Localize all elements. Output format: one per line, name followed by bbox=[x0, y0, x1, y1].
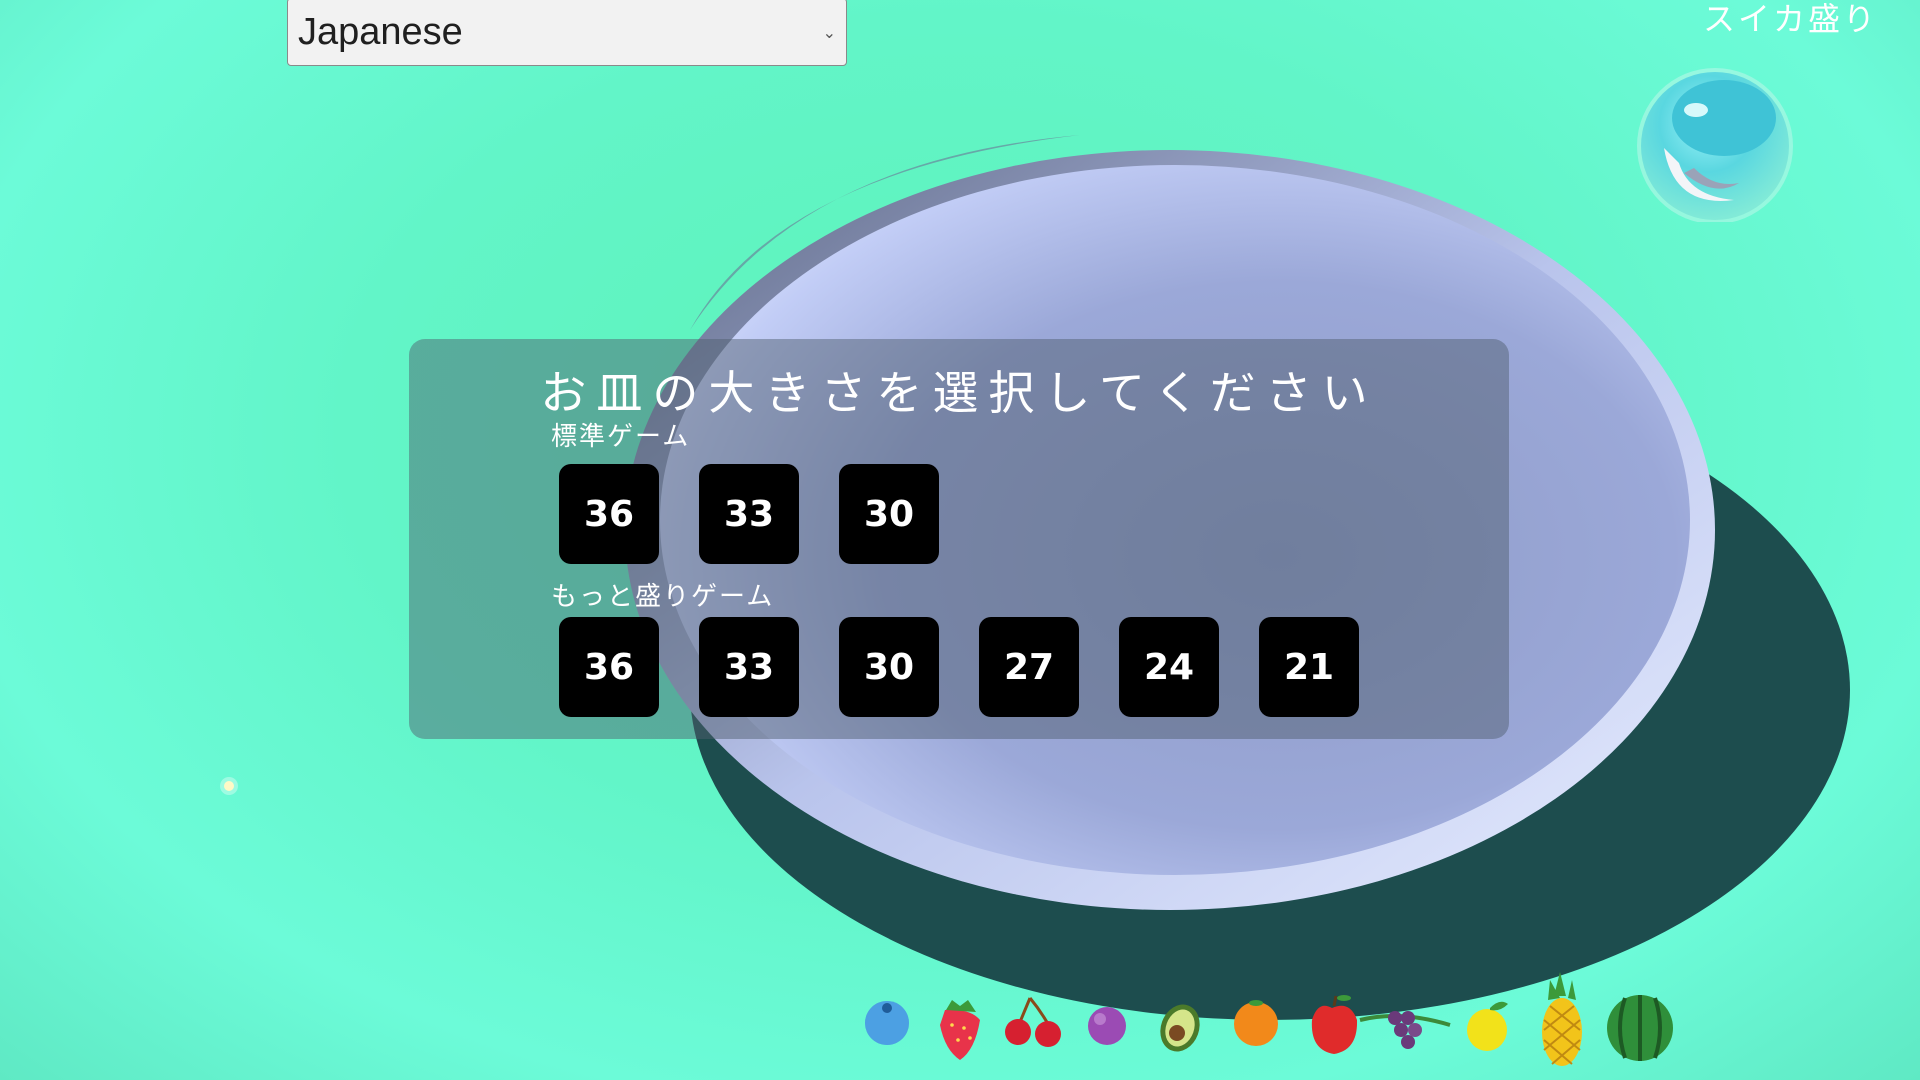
plate-size-dialog: お皿の大きさを選択してください 標準ゲーム 36 33 30 もっと盛りゲーム … bbox=[409, 339, 1509, 739]
standard-size-button[interactable]: 36 bbox=[559, 464, 659, 564]
more-size-button[interactable]: 21 bbox=[1259, 617, 1359, 717]
more-size-button[interactable]: 33 bbox=[699, 617, 799, 717]
game-title: スイカ盛り bbox=[1702, 0, 1878, 38]
apple-icon bbox=[1311, 995, 1358, 1054]
standard-size-button[interactable]: 30 bbox=[839, 464, 939, 564]
plum-icon bbox=[1088, 1007, 1126, 1045]
standard-size-buttons: 36 33 30 bbox=[559, 464, 939, 564]
avocado-icon bbox=[1160, 1004, 1200, 1052]
orange-icon bbox=[1234, 1000, 1278, 1046]
standard-game-label: 標準ゲーム bbox=[551, 422, 691, 452]
watermelon-icon bbox=[1607, 995, 1673, 1061]
cherry-icon bbox=[1005, 997, 1061, 1047]
pineapple-icon bbox=[1542, 972, 1582, 1066]
grapes-icon bbox=[1359, 1011, 1451, 1049]
game-scene: Japanese ⌄ スイカ盛り お皿の大きさを選択してください 標準ゲーム 3… bbox=[0, 0, 1920, 1080]
more-size-button[interactable]: 36 bbox=[559, 617, 659, 717]
more-size-button[interactable]: 30 bbox=[839, 617, 939, 717]
chevron-down-icon: ⌄ bbox=[822, 22, 836, 42]
standard-size-button[interactable]: 33 bbox=[699, 464, 799, 564]
language-select[interactable]: Japanese ⌄ bbox=[287, 0, 847, 66]
more-size-button[interactable]: 27 bbox=[979, 617, 1079, 717]
sparkle-icon bbox=[220, 777, 238, 795]
strawberry-icon bbox=[940, 1000, 980, 1060]
glass-orb-icon bbox=[1637, 68, 1793, 222]
more-size-buttons: 36 33 30 27 24 21 bbox=[559, 617, 1359, 717]
more-size-button[interactable]: 24 bbox=[1119, 617, 1219, 717]
more-game-label: もっと盛りゲーム bbox=[551, 582, 775, 612]
language-select-value: Japanese bbox=[298, 10, 463, 53]
blueberry-icon bbox=[865, 1001, 909, 1045]
dialog-title: お皿の大きさを選択してください bbox=[540, 366, 1378, 420]
fruit-bar bbox=[865, 972, 1673, 1066]
lemon-icon bbox=[1467, 1001, 1508, 1051]
